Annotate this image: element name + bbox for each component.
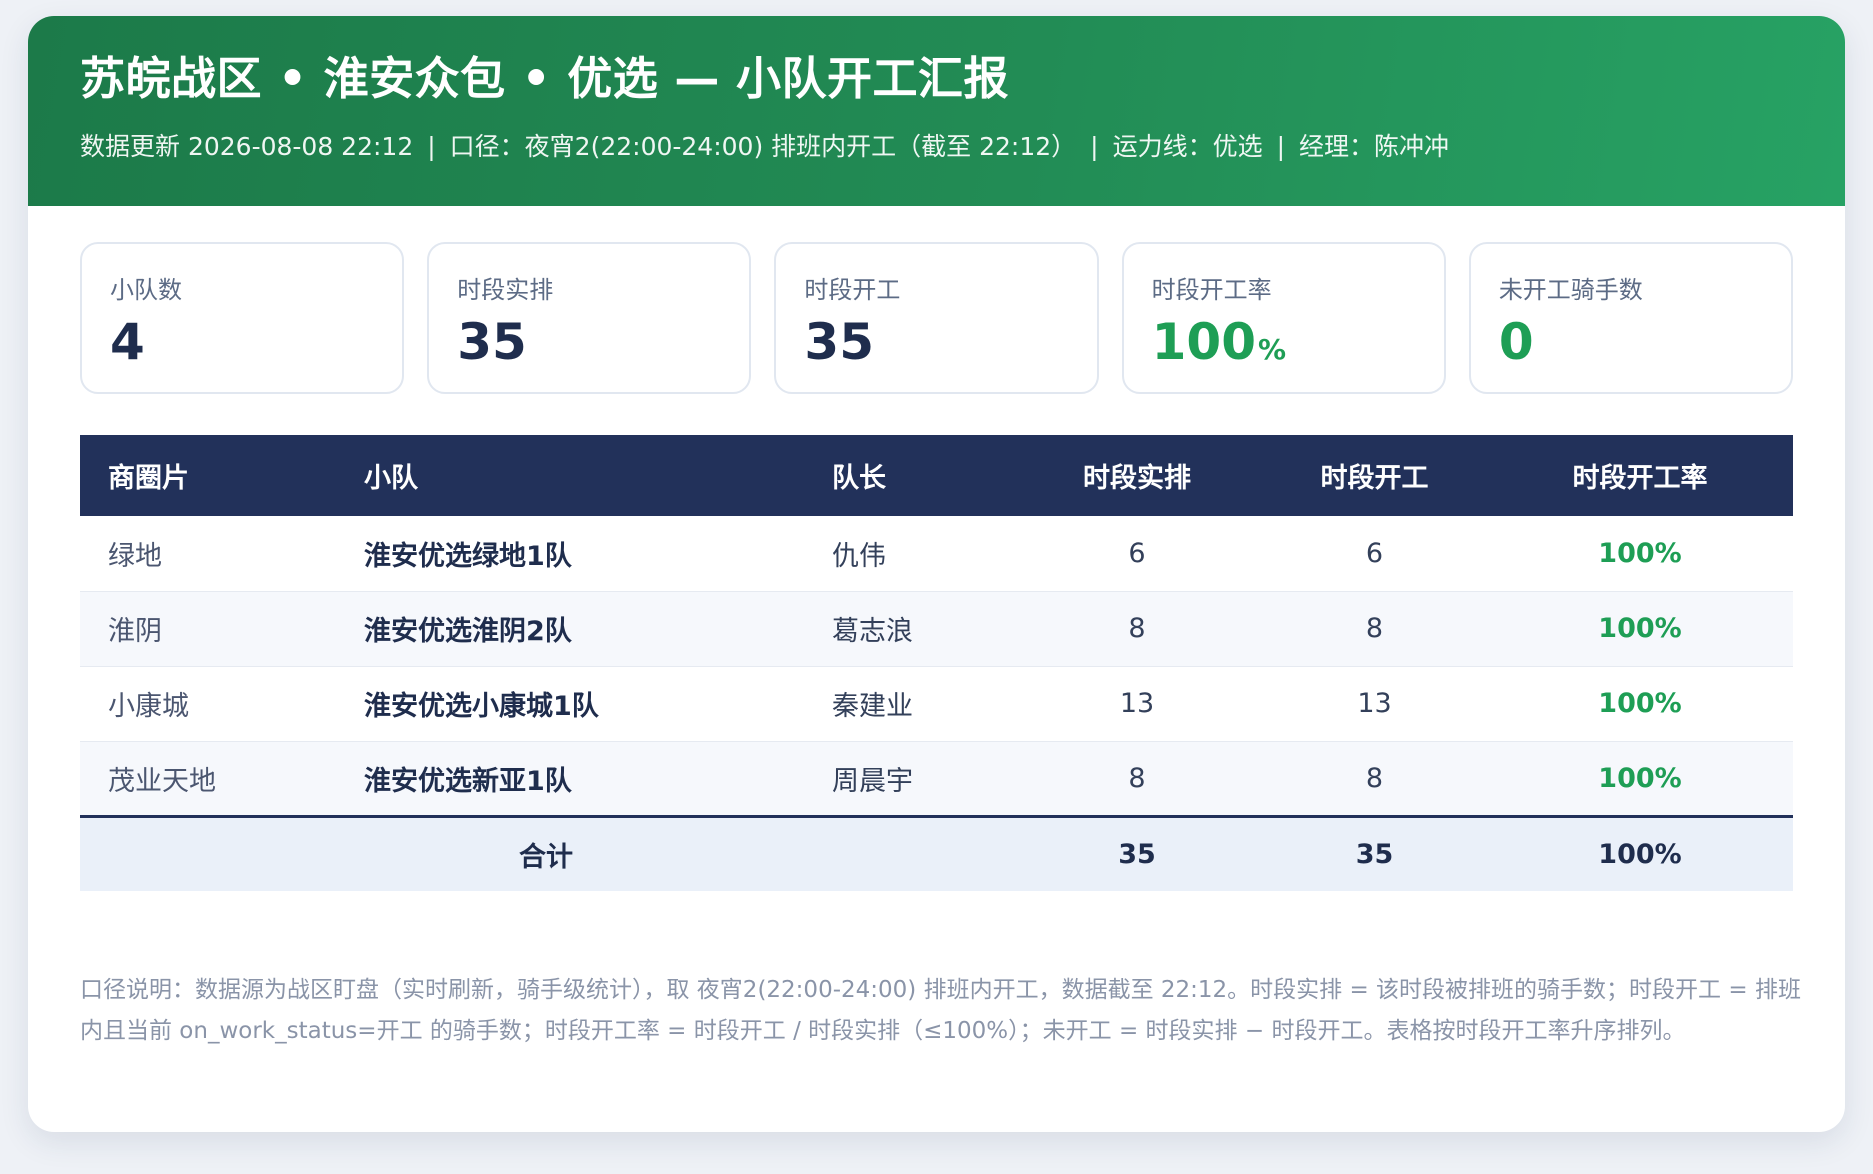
kpi-unit: % [1257,333,1287,366]
cell-scheduled: 8 [1012,741,1262,817]
table-row: 绿地 淮安优选绿地1队 仇伟 6 6 100% [80,516,1793,592]
report-header: 苏皖战区 • 淮安众包 • 优选 — 小队开工汇报 数据更新 2026-08-0… [28,16,1845,206]
total-scheduled: 35 [1012,814,1262,891]
update-time: 数据更新 2026-08-08 22:12 [80,132,414,161]
table-total-row: 合计 35 35 100% [80,814,1793,891]
total-label: 合计 [80,814,1012,891]
kpi-value: 100% [1151,313,1287,371]
cell-scheduled: 6 [1012,516,1262,592]
cell-rate: 100% [1487,516,1793,592]
table-header-row: 商圈片 小队 队长 时段实排 时段开工 时段开工率 [80,435,1793,516]
cell-scheduled: 13 [1012,666,1262,742]
kpi-label: 时段开工 [804,276,901,304]
kpi-card-work-rate: 时段开工率 100% [1121,242,1446,394]
cell-area: 茂业天地 [80,741,336,817]
kpi-value: 4 [110,313,145,371]
manager-text: 经理：陈冲冲 [1299,132,1450,161]
cell-area: 淮阴 [80,591,336,667]
cell-leader: 秦建业 [804,666,1012,742]
table-row: 小康城 淮安优选小康城1队 秦建业 13 13 100% [80,666,1793,742]
cell-working: 6 [1262,516,1487,592]
col-header-leader: 队长 [804,435,1012,516]
kpi-value: 35 [457,313,527,371]
kpi-card-not-working: 未开工骑手数 0 [1468,242,1794,394]
cell-working: 8 [1262,741,1487,817]
cell-area: 小康城 [80,666,336,742]
cell-working: 13 [1262,666,1487,742]
kpi-label: 小队数 [110,276,182,304]
cell-leader: 仇伟 [804,516,1012,592]
col-header-scheduled: 时段实排 [1012,435,1262,516]
methodology-note: 口径说明：数据源为战区盯盘（实时刷新，骑手级统计），取 夜宵2(22:00-24… [80,977,1801,1044]
cell-rate: 100% [1487,666,1793,742]
kpi-row: 小队数 4 时段实排 35 时段开工 35 时段开工率 100% 未开工骑手数 … [80,242,1794,394]
report-card: 苏皖战区 • 淮安众包 • 优选 — 小队开工汇报 数据更新 2026-08-0… [28,16,1845,1132]
kpi-label: 时段开工率 [1151,276,1272,304]
cell-team: 淮安优选新亚1队 [336,741,804,817]
col-header-team: 小队 [336,435,804,516]
cell-rate: 100% [1487,741,1793,817]
kpi-label: 时段实排 [457,276,554,304]
cell-rate: 100% [1487,591,1793,667]
col-header-working: 时段开工 [1262,435,1487,516]
cell-scheduled: 8 [1012,591,1262,667]
table-row: 茂业天地 淮安优选新亚1队 周晨宇 8 8 100% [80,741,1793,817]
col-header-rate: 时段开工率 [1487,435,1793,516]
cell-team: 淮安优选小康城1队 [336,666,804,742]
cell-working: 8 [1262,591,1487,667]
kpi-value: 35 [804,313,874,371]
report-meta: 数据更新 2026-08-08 22:12 | 口径：夜宵2(22:00-24:00… [80,127,1793,163]
cell-team: 淮安优选绿地1队 [336,516,804,592]
cell-area: 绿地 [80,516,336,592]
cell-leader: 葛志浪 [804,591,1012,667]
meta-separator: | [1276,132,1286,161]
meta-separator: | [1090,132,1099,161]
scope-text: 口径：夜宵2(22:00-24:00) 排班内开工（截至 22:12） [449,132,1077,161]
col-header-area: 商圈片 [80,435,336,516]
kpi-card-scheduled: 时段实排 35 [427,242,752,394]
report-title: 苏皖战区 • 淮安众包 • 优选 — 小队开工汇报 [80,52,1010,105]
line-text: 运力线：优选 [1112,132,1263,161]
kpi-value: 0 [1498,313,1534,371]
cell-team: 淮安优选淮阴2队 [336,591,804,667]
kpi-card-working: 时段开工 35 [774,242,1099,394]
meta-separator: | [427,132,436,161]
team-table: 商圈片 小队 队长 时段实排 时段开工 时段开工率 绿地 淮安优选绿地1队 仇伟… [80,435,1793,891]
kpi-label: 未开工骑手数 [1498,276,1643,304]
table-row: 淮阴 淮安优选淮阴2队 葛志浪 8 8 100% [80,591,1793,667]
kpi-card-team-count: 小队数 4 [80,242,405,394]
cell-leader: 周晨宇 [804,741,1012,817]
total-working: 35 [1262,814,1487,891]
total-rate: 100% [1487,814,1793,891]
